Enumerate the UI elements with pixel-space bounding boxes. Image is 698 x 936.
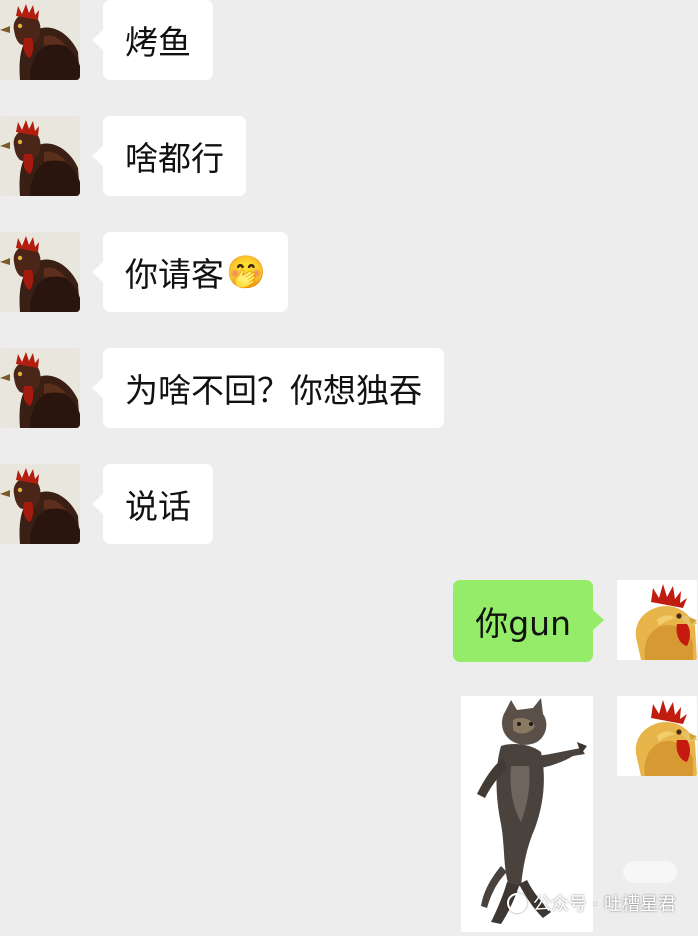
message-text: 说话 xyxy=(125,487,191,526)
watermark-text: 公众号 · 吐槽星君 xyxy=(532,894,676,915)
incoming-message-bubble[interactable]: 你请客 🤭 xyxy=(92,232,288,312)
incoming-message-bubble[interactable]: 为啥不回？你想独吞 xyxy=(92,348,444,428)
watermark: 公众号 · 吐槽星君 xyxy=(506,890,676,916)
contact-avatar-icon[interactable] xyxy=(0,232,80,312)
contact-avatar-icon[interactable] xyxy=(0,0,80,80)
message-text: 啥都行 xyxy=(125,139,224,178)
message-text: 你请客 xyxy=(125,255,224,294)
incoming-message-bubble[interactable]: 烤鱼 xyxy=(92,0,213,80)
wechat-official-account-icon xyxy=(506,893,527,913)
my-avatar-icon[interactable] xyxy=(616,580,698,660)
message-text: 为啥不回？你想独吞 xyxy=(125,371,422,410)
incoming-message-bubble[interactable]: 啥都行 xyxy=(92,116,246,196)
contact-avatar-icon[interactable] xyxy=(0,348,80,428)
contact-avatar-icon[interactable] xyxy=(0,116,80,196)
face-with-hand-over-mouth-icon: 🤭 xyxy=(226,253,266,291)
my-avatar-icon[interactable] xyxy=(616,696,698,776)
message-text: 你gun xyxy=(475,604,571,643)
message-text: 烤鱼 xyxy=(125,23,191,62)
incoming-message-bubble[interactable]: 说话 xyxy=(92,464,213,544)
image-badge xyxy=(623,861,677,883)
outgoing-message-bubble[interactable]: 你gun xyxy=(453,580,604,662)
contact-avatar-icon[interactable] xyxy=(0,464,80,544)
